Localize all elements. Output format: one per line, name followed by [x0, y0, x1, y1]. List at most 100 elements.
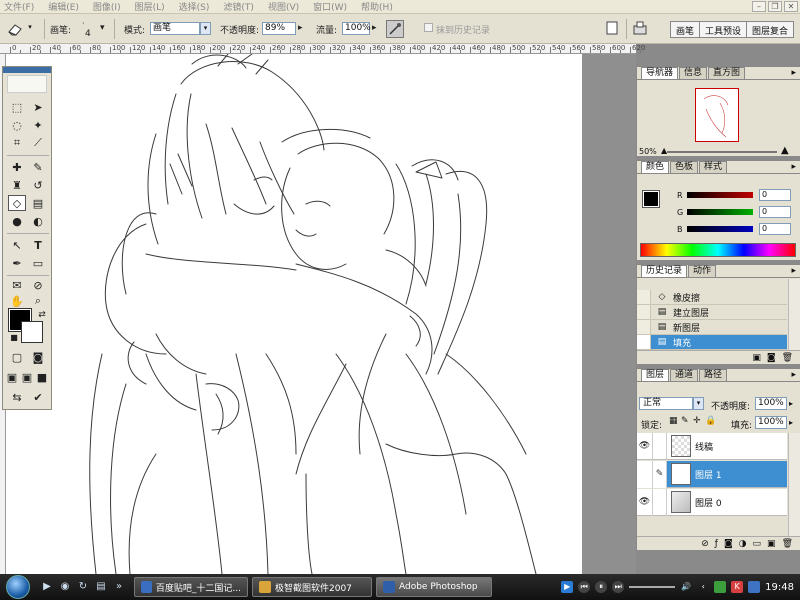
layer-row[interactable]: 👁 线稿 [637, 432, 787, 460]
navigator-thumbnail[interactable] [695, 88, 739, 142]
blue-channel-slider[interactable] [687, 226, 753, 232]
zoom-in-icon[interactable]: ▲ [781, 145, 789, 156]
lock-all-icon[interactable]: 🔒 [705, 416, 716, 426]
tab-info[interactable]: 信息 [679, 67, 708, 79]
screen-mode-full-icon[interactable]: ■ [35, 369, 49, 385]
close-icon[interactable]: ✕ [784, 1, 798, 12]
gradient-tool-icon[interactable]: ▤ [29, 195, 47, 211]
quicklaunch-desktop-icon[interactable]: ▤ [94, 580, 108, 594]
dodge-tool-icon[interactable]: ◐ [29, 213, 47, 229]
flow-arrow-icon[interactable]: ▸ [372, 23, 377, 33]
layer-link-slot[interactable] [653, 432, 667, 460]
airbrush-icon[interactable] [386, 20, 404, 38]
menu-select[interactable]: 选择(S) [179, 0, 210, 13]
history-snapshot-checkbox[interactable] [637, 335, 651, 349]
antivirus-icon[interactable]: K [731, 581, 744, 593]
blend-mode-select[interactable]: 正常 [639, 397, 693, 410]
file-browser-icon[interactable] [604, 20, 622, 38]
layers-scrollbar[interactable] [788, 433, 800, 537]
panel-menu-icon[interactable]: ▸ [791, 162, 796, 172]
menu-window[interactable]: 窗口(W) [313, 0, 347, 13]
history-item[interactable]: ◇ 橡皮擦 [637, 290, 787, 305]
color-panel-foreground-swatch[interactable] [642, 190, 660, 208]
tab-histogram[interactable]: 直方图 [708, 67, 746, 79]
tab-styles[interactable]: 样式 [699, 161, 728, 173]
preset-dropdown-arrow-icon[interactable]: ▾ [26, 22, 34, 35]
restore-icon[interactable]: ❐ [768, 1, 782, 12]
well-tab-brushes[interactable]: 画笔 [670, 22, 700, 37]
default-colors-icon[interactable]: ■ [5, 329, 23, 345]
eye-icon[interactable]: 👁 [637, 488, 653, 516]
new-group-icon[interactable]: ▭ [753, 539, 762, 549]
screen-mode-menu-icon[interactable]: ▣ [20, 369, 34, 385]
navigator-zoom-value[interactable]: 50% [639, 147, 657, 156]
trash-icon[interactable]: 🗑 [782, 353, 793, 363]
quicklaunch-switch-icon[interactable]: ↻ [76, 580, 90, 594]
well-tab-layer-comps[interactable]: 图层复合 [746, 22, 793, 37]
brush-icon[interactable]: ✎ [653, 460, 667, 488]
new-snapshot-icon[interactable]: ◙ [767, 353, 776, 363]
next-track-icon[interactable]: ⏭ [612, 581, 625, 593]
notes-tool-icon[interactable]: ✉ [8, 277, 26, 293]
tray-expand-icon[interactable]: ‹ [697, 581, 709, 593]
type-tool-icon[interactable]: T [29, 237, 47, 253]
tab-layers[interactable]: 图层 [641, 369, 670, 381]
history-snapshot-checkbox[interactable] [637, 305, 651, 319]
healing-brush-tool-icon[interactable]: ✚ [8, 159, 26, 175]
tab-channels[interactable]: 通道 [670, 369, 699, 381]
layer-opacity-arrow-icon[interactable]: ▸ [789, 399, 793, 408]
marquee-tool-icon[interactable]: ⬚ [8, 99, 26, 115]
history-item[interactable]: ▤ 新图层 [637, 320, 787, 335]
history-item[interactable]: ▤ 建立图层 [637, 305, 787, 320]
green-channel-input[interactable]: 0 [759, 206, 791, 218]
quicklaunch-more-icon[interactable]: » [112, 580, 126, 594]
new-layer-icon[interactable]: ▣ [767, 539, 776, 549]
clone-stamp-tool-icon[interactable]: ♜ [8, 177, 26, 193]
feather-logo[interactable] [7, 75, 47, 93]
eye-icon[interactable]: 👁 [637, 432, 653, 460]
tab-paths[interactable]: 路径 [699, 369, 728, 381]
mode-dropdown-arrow-icon[interactable]: ▾ [200, 22, 211, 35]
lock-transparent-icon[interactable]: ▦ [669, 416, 678, 426]
pause-icon[interactable]: ⏸ [595, 581, 608, 593]
swap-colors-icon[interactable]: ⇄ [33, 307, 51, 323]
standard-mode-icon[interactable]: ▢ [8, 349, 26, 365]
minimize-icon[interactable]: – [752, 1, 766, 12]
zoom-out-icon[interactable]: ▲ [661, 146, 667, 155]
new-document-from-state-icon[interactable]: ▣ [752, 353, 761, 363]
history-item-selected[interactable]: ▤ 填充 [637, 335, 787, 350]
background-color-swatch[interactable] [21, 321, 43, 343]
layer-row-selected[interactable]: 👁 ✎ 图层 1 [637, 460, 787, 488]
previous-track-icon[interactable]: ⏮ [578, 581, 591, 593]
layer-opacity-input[interactable]: 100% [755, 397, 787, 410]
shape-tool-icon[interactable]: ▭ [29, 255, 47, 271]
menu-filter[interactable]: 滤镜(T) [223, 0, 254, 13]
jump-to-imageready-icon[interactable]: ⇆ [8, 389, 26, 405]
tab-color[interactable]: 颜色 [641, 161, 670, 173]
panel-menu-icon[interactable]: ▸ [791, 370, 796, 380]
red-channel-input[interactable]: 0 [759, 189, 791, 201]
lock-position-icon[interactable]: ✛ [693, 416, 701, 426]
brush-picker-arrow-icon[interactable]: ▾ [100, 23, 105, 33]
brush-tool-icon[interactable]: ✎ [29, 159, 47, 175]
eyedropper-tool-icon[interactable]: ⊘ [29, 277, 47, 293]
add-mask-icon[interactable]: ◙ [724, 539, 733, 549]
layer-fill-input[interactable]: 100% [755, 416, 787, 429]
hand-tool-icon[interactable]: ✋ [8, 293, 26, 309]
erase-history-checkbox[interactable] [424, 23, 433, 32]
layer-fill-arrow-icon[interactable]: ▸ [789, 418, 793, 427]
taskbar-task[interactable]: 百度贴吧_十二国记... [134, 577, 248, 597]
taskbar-task-active[interactable]: Adobe Photoshop [376, 577, 492, 597]
navigator-zoom-slider[interactable] [667, 151, 777, 153]
taskbar-task[interactable]: 极智截图软件2007 [252, 577, 372, 597]
history-scrollbar[interactable] [788, 279, 800, 351]
eye-icon[interactable]: 👁 [637, 460, 653, 488]
history-snapshot-checkbox[interactable] [637, 290, 651, 304]
path-selection-tool-icon[interactable]: ↖ [8, 237, 26, 253]
media-player-icon[interactable]: ▶ [561, 581, 574, 593]
red-channel-slider[interactable] [687, 192, 753, 198]
crop-tool-icon[interactable]: ⌗ [8, 135, 26, 151]
history-snapshot-checkbox[interactable] [637, 320, 651, 334]
start-button[interactable] [6, 575, 30, 599]
green-channel-slider[interactable] [687, 209, 753, 215]
